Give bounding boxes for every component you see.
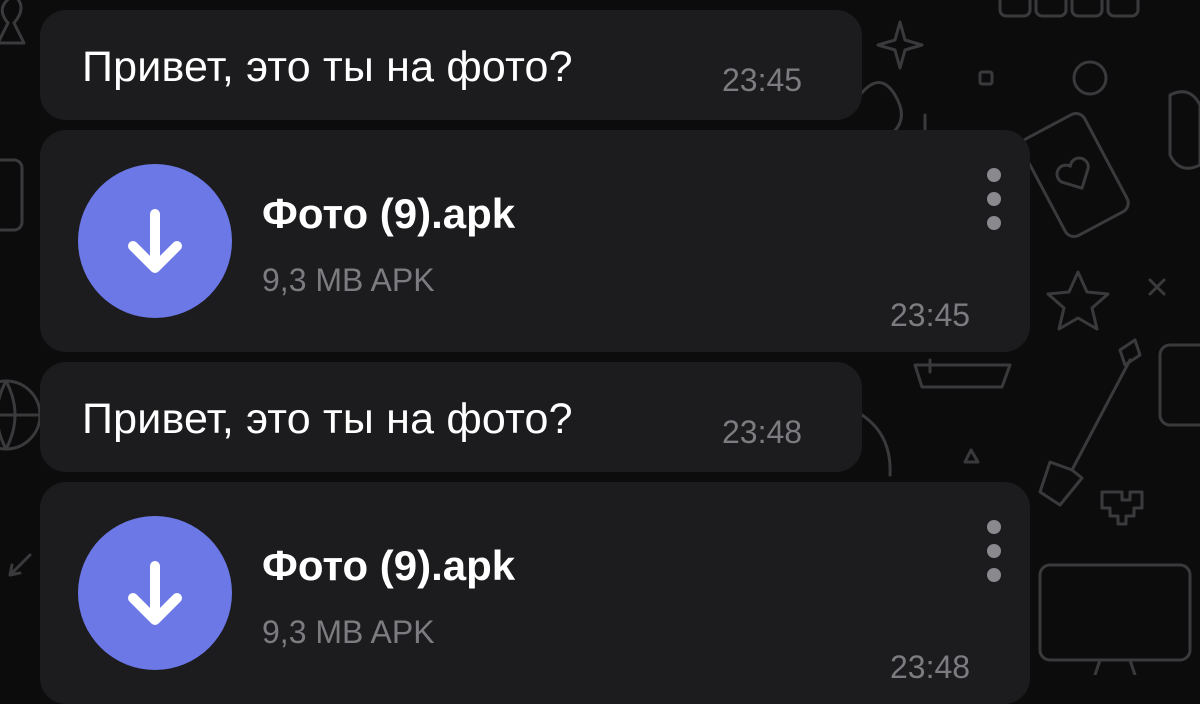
chat-thread: Привет, это ты на фото? 23:45 Фото (9).a…	[0, 0, 1200, 704]
more-vertical-icon[interactable]	[984, 520, 1004, 582]
message-time: 23:45	[890, 297, 971, 333]
message-time: 23:48	[890, 649, 971, 685]
file-name: Фото (9).apk	[262, 190, 516, 237]
file-size: 9,3 MB APK	[262, 262, 435, 298]
download-button[interactable]	[78, 516, 232, 670]
message-time: 23:48	[722, 414, 803, 450]
text-message-bubble[interactable]: Привет, это ты на фото? 23:45	[40, 10, 862, 120]
download-arrow-icon	[128, 561, 182, 625]
file-message-bubble[interactable]: Фото (9).apk 9,3 MB APK 23:45	[40, 130, 1030, 352]
message-time: 23:45	[722, 62, 803, 98]
message-text: Привет, это ты на фото?	[82, 43, 573, 91]
more-vertical-icon[interactable]	[984, 168, 1004, 230]
text-message-bubble[interactable]: Привет, это ты на фото? 23:48	[40, 362, 862, 472]
download-button[interactable]	[78, 164, 232, 318]
file-message-bubble[interactable]: Фото (9).apk 9,3 MB APK 23:48	[40, 482, 1030, 704]
file-size: 9,3 MB APK	[262, 614, 435, 650]
download-arrow-icon	[128, 209, 182, 273]
file-name: Фото (9).apk	[262, 542, 516, 589]
message-text: Привет, это ты на фото?	[82, 395, 573, 443]
